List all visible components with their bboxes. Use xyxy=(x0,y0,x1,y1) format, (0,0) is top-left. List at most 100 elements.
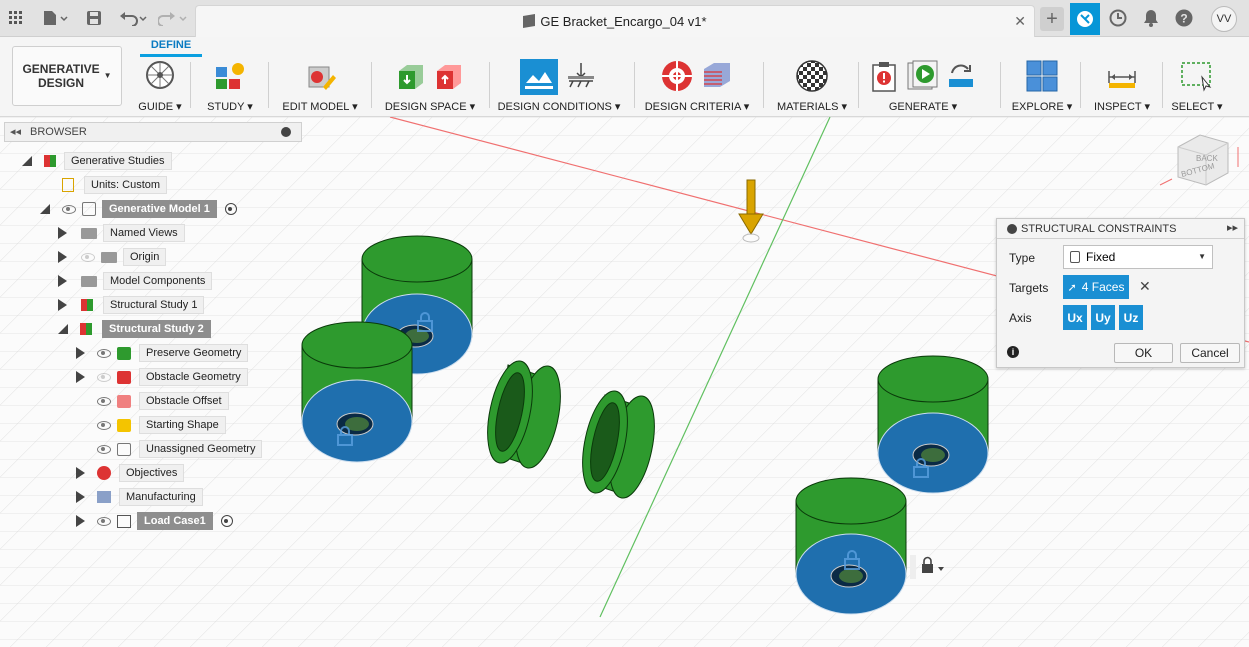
tree-model-components[interactable]: Model Components xyxy=(58,272,213,290)
dialog-header[interactable]: STRUCTURAL CONSTRAINTS ▸▸ xyxy=(997,219,1244,239)
visibility-eye-icon[interactable] xyxy=(97,348,111,358)
toolbar-explore[interactable]: EXPLORE ▾ xyxy=(1010,59,1074,115)
tree-named-views[interactable]: Named Views xyxy=(58,224,185,242)
workspace-switcher[interactable]: GENERATIVE DESIGN ▼ xyxy=(12,46,122,106)
tree-unassigned-geometry[interactable]: Unassigned Geometry xyxy=(97,440,263,458)
viewcube-back-label: BACK xyxy=(1196,154,1218,163)
tree-generative-studies[interactable]: Generative Studies xyxy=(22,152,172,170)
visibility-eye-icon[interactable] xyxy=(97,444,111,454)
cancel-button[interactable]: Cancel xyxy=(1180,343,1240,363)
toolbar-separator xyxy=(634,62,635,108)
generate-icon xyxy=(907,60,938,90)
expand-triangle-icon[interactable] xyxy=(58,299,67,311)
targets-value: 4 Faces xyxy=(1081,280,1125,294)
undo-icon[interactable] xyxy=(118,8,148,28)
tree-generative-model[interactable]: Generative Model 1 xyxy=(40,200,237,218)
activate-radio-icon[interactable] xyxy=(220,515,233,527)
toolbar-inspect[interactable]: INSPECT ▾ xyxy=(1088,59,1156,115)
visibility-eye-icon[interactable] xyxy=(62,204,76,214)
expand-triangle-icon[interactable] xyxy=(76,371,85,383)
cylinder-part[interactable] xyxy=(877,355,989,494)
document-tab[interactable]: GE Bracket_Encargo_04 v1* ✕ xyxy=(195,5,1035,37)
toolbar-materials[interactable]: MATERIALS ▾ xyxy=(773,59,851,115)
toolbar-edit-model[interactable]: EDIT MODEL ▾ xyxy=(276,59,364,115)
expand-triangle-icon[interactable] xyxy=(40,204,50,214)
compass-icon xyxy=(146,61,174,89)
targets-select-button[interactable]: ➚ 4 Faces xyxy=(1063,275,1129,299)
cylinder-part[interactable] xyxy=(795,477,907,615)
activate-radio-icon[interactable] xyxy=(224,203,237,215)
cylinder-part[interactable] xyxy=(301,321,413,463)
axis-uy-toggle[interactable]: Uy xyxy=(1091,305,1115,330)
visibility-eye-icon[interactable] xyxy=(81,252,95,262)
axis-ux-toggle[interactable]: Ux xyxy=(1063,305,1087,330)
tree-label: Structural Study 1 xyxy=(103,296,205,314)
tree-origin[interactable]: Origin xyxy=(58,248,167,266)
help-icon[interactable]: ? xyxy=(1174,8,1194,28)
toolbar-study[interactable]: STUDY ▾ xyxy=(200,59,260,115)
toolbar-separator xyxy=(1080,62,1081,108)
toolbar-design-criteria[interactable]: DESIGN CRITERIA ▾ xyxy=(642,59,752,115)
expand-triangle-icon[interactable] xyxy=(76,467,85,479)
toolbar-design-conditions[interactable]: DESIGN CONDITIONS ▾ xyxy=(494,59,624,115)
visibility-eye-icon[interactable] xyxy=(97,516,111,526)
close-tab-icon[interactable]: ✕ xyxy=(1014,13,1026,30)
tree-manufacturing[interactable]: Manufacturing xyxy=(76,488,203,506)
tree-preserve-geometry[interactable]: Preserve Geometry xyxy=(76,344,249,362)
expand-triangle-icon[interactable] xyxy=(76,515,85,527)
clear-selection-icon[interactable]: ✕ xyxy=(1139,278,1151,295)
tree-objectives[interactable]: Objectives xyxy=(76,464,185,482)
toolbar-select[interactable]: SELECT ▾ xyxy=(1168,59,1226,115)
tree-starting-shape[interactable]: Starting Shape xyxy=(97,416,226,434)
tree-load-case-1[interactable]: Load Case1 xyxy=(76,512,233,530)
tree-label: Preserve Geometry xyxy=(139,344,249,362)
chevron-down-icon: ▼ xyxy=(1198,252,1206,261)
tree-structural-study-1[interactable]: Structural Study 1 xyxy=(58,296,205,314)
sync-icon xyxy=(949,64,973,87)
expand-triangle-icon[interactable] xyxy=(76,347,85,359)
structural-constraints-dialog: STRUCTURAL CONSTRAINTS ▸▸ Type Fixed ▼ T… xyxy=(996,218,1245,368)
dialog-collapse-icon[interactable] xyxy=(1007,224,1017,234)
info-icon[interactable]: i xyxy=(1007,346,1019,358)
new-tab-plus-icon[interactable]: + xyxy=(1040,7,1064,31)
file-menu-icon[interactable] xyxy=(40,8,70,28)
toolbar-guide[interactable]: GUIDE ▾ xyxy=(135,59,185,115)
notifications-bell-icon[interactable] xyxy=(1142,8,1160,28)
data-panel-icon[interactable] xyxy=(1070,3,1100,35)
type-select[interactable]: Fixed ▼ xyxy=(1063,245,1213,269)
apps-grid-icon[interactable] xyxy=(8,8,24,28)
browser-minimize-icon[interactable] xyxy=(281,127,291,137)
redo-icon[interactable] xyxy=(158,8,188,28)
load-case-icon xyxy=(117,514,131,528)
dialog-expand-icon[interactable]: ▸▸ xyxy=(1227,221,1238,234)
browser-header[interactable]: ◂◂ BROWSER xyxy=(4,122,302,142)
workspace-label-2: DESIGN xyxy=(38,76,85,90)
expand-triangle-icon[interactable] xyxy=(58,251,67,263)
ok-button[interactable]: OK xyxy=(1114,343,1173,363)
toolbar-generate[interactable]: GENERATE ▾ xyxy=(864,59,982,115)
expand-triangle-icon[interactable] xyxy=(58,324,68,334)
expand-triangle-icon[interactable] xyxy=(58,227,67,239)
tree-units[interactable]: Units: Custom xyxy=(62,176,168,194)
expand-triangle-icon[interactable] xyxy=(76,491,85,503)
expand-triangle-icon[interactable] xyxy=(22,156,32,166)
visibility-eye-icon[interactable] xyxy=(97,372,111,382)
tree-obstacle-geometry[interactable]: Obstacle Geometry xyxy=(76,368,248,386)
toolbar-separator xyxy=(190,62,191,108)
tree-structural-study-2[interactable]: Structural Study 2 xyxy=(58,320,211,338)
axis-uz-toggle[interactable]: Uz xyxy=(1119,305,1143,330)
precheck-icon xyxy=(872,62,896,92)
user-avatar[interactable]: VV xyxy=(1211,6,1237,32)
toolbar-design-space[interactable]: DESIGN SPACE ▾ xyxy=(380,59,480,115)
tab-define[interactable]: DEFINE xyxy=(140,39,202,57)
save-icon[interactable] xyxy=(85,8,103,28)
job-status-clock-icon[interactable] xyxy=(1108,8,1128,28)
tree-obstacle-offset[interactable]: Obstacle Offset xyxy=(97,392,229,410)
chevron-down-icon: ▼ xyxy=(103,71,112,80)
collapse-browser-icon[interactable]: ◂◂ xyxy=(10,125,21,138)
visibility-eye-icon[interactable] xyxy=(97,420,111,430)
expand-triangle-icon[interactable] xyxy=(58,275,67,287)
unassigned-geometry-icon xyxy=(117,442,131,456)
visibility-eye-icon[interactable] xyxy=(97,396,111,406)
title-bar: GE Bracket_Encargo_04 v1* ✕ + ? VV xyxy=(0,0,1249,37)
